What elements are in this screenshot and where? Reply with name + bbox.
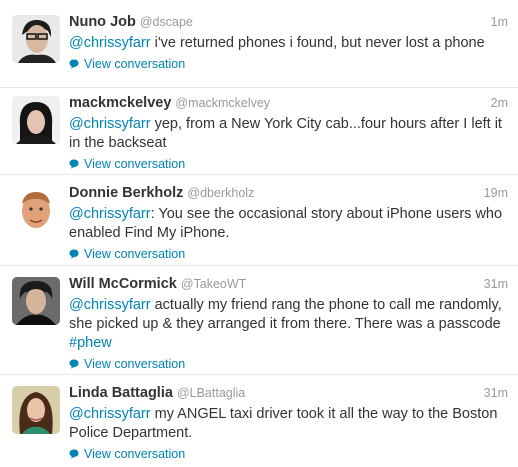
- tweet-fullname[interactable]: Will McCormick: [69, 276, 177, 292]
- tweet-item[interactable]: Will McCormick @TakeoWT 31m @chrissyfarr …: [0, 266, 518, 375]
- tweet-username[interactable]: @dberkholz: [187, 186, 254, 200]
- avatar[interactable]: [12, 386, 60, 434]
- hashtag-link[interactable]: #phew: [69, 335, 112, 351]
- view-conversation-link[interactable]: View conversation: [69, 446, 508, 462]
- tweet-text: @chrissyfarr: You see the occasional sto…: [69, 205, 508, 243]
- tweet-timestamp[interactable]: 31m: [484, 383, 508, 403]
- tweet-fullname[interactable]: Nuno Job: [69, 14, 136, 30]
- tweet-text: @chrissyfarr i've returned phones i foun…: [69, 34, 508, 53]
- view-conversation-label[interactable]: View conversation: [84, 56, 185, 72]
- speech-bubble-icon: [69, 159, 79, 169]
- view-conversation-link[interactable]: View conversation: [69, 246, 508, 262]
- tweet-username[interactable]: @LBattaglia: [177, 386, 245, 400]
- tweet-username[interactable]: @dscape: [140, 15, 193, 29]
- tweet-fullname[interactable]: Donnie Berkholz: [69, 185, 183, 201]
- view-conversation-label[interactable]: View conversation: [84, 356, 185, 372]
- tweet-fullname[interactable]: Linda Battaglia: [69, 385, 173, 401]
- avatar[interactable]: [12, 277, 60, 325]
- tweet-item[interactable]: Nuno Job @dscape 1m @chrissyfarr i've ret…: [0, 0, 518, 88]
- avatar[interactable]: [12, 15, 60, 63]
- tweet-item[interactable]: Linda Battaglia @LBattaglia 31m @chrissyf…: [0, 375, 518, 467]
- view-conversation-label[interactable]: View conversation: [84, 156, 185, 172]
- mention-link[interactable]: @chrissyfarr: [69, 297, 151, 313]
- view-conversation-label[interactable]: View conversation: [84, 246, 185, 262]
- tweet-username[interactable]: @TakeoWT: [181, 277, 246, 291]
- mention-link[interactable]: @chrissyfarr: [69, 116, 151, 132]
- view-conversation-link[interactable]: View conversation: [69, 156, 508, 172]
- tweet-item[interactable]: mackmckelvey @mackmckelvey 2m @chrissyfar…: [0, 88, 518, 175]
- tweet-stream: Nuno Job @dscape 1m @chrissyfarr i've ret…: [0, 0, 518, 467]
- tweet-timestamp[interactable]: 31m: [484, 274, 508, 294]
- tweet-item[interactable]: Donnie Berkholz @dberkholz 19m @chrissyfa…: [0, 175, 518, 266]
- tweet-text: @chrissyfarr yep, from a New York City c…: [69, 115, 508, 153]
- tweet-fullname[interactable]: mackmckelvey: [69, 95, 171, 111]
- speech-bubble-icon: [69, 59, 79, 69]
- mention-link[interactable]: @chrissyfarr: [69, 35, 151, 51]
- tweet-username[interactable]: @mackmckelvey: [175, 96, 270, 110]
- tweet-timestamp[interactable]: 1m: [491, 12, 508, 32]
- view-conversation-link[interactable]: View conversation: [69, 56, 508, 72]
- tweet-text: @chrissyfarr actually my friend rang the…: [69, 296, 508, 353]
- tweet-text: @chrissyfarr my ANGEL taxi driver took i…: [69, 405, 508, 443]
- tweet-body: i've returned phones i found, but never …: [150, 35, 485, 51]
- view-conversation-label[interactable]: View conversation: [84, 446, 185, 462]
- speech-bubble-icon: [69, 359, 79, 369]
- avatar[interactable]: [12, 96, 60, 144]
- tweet-timestamp[interactable]: 2m: [491, 93, 508, 113]
- speech-bubble-icon: [69, 449, 79, 459]
- mention-link[interactable]: @chrissyfarr: [69, 206, 151, 222]
- mention-link[interactable]: @chrissyfarr: [69, 406, 151, 422]
- avatar[interactable]: [12, 186, 60, 234]
- tweet-timestamp[interactable]: 19m: [484, 183, 508, 203]
- view-conversation-link[interactable]: View conversation: [69, 356, 508, 372]
- speech-bubble-icon: [69, 249, 79, 259]
